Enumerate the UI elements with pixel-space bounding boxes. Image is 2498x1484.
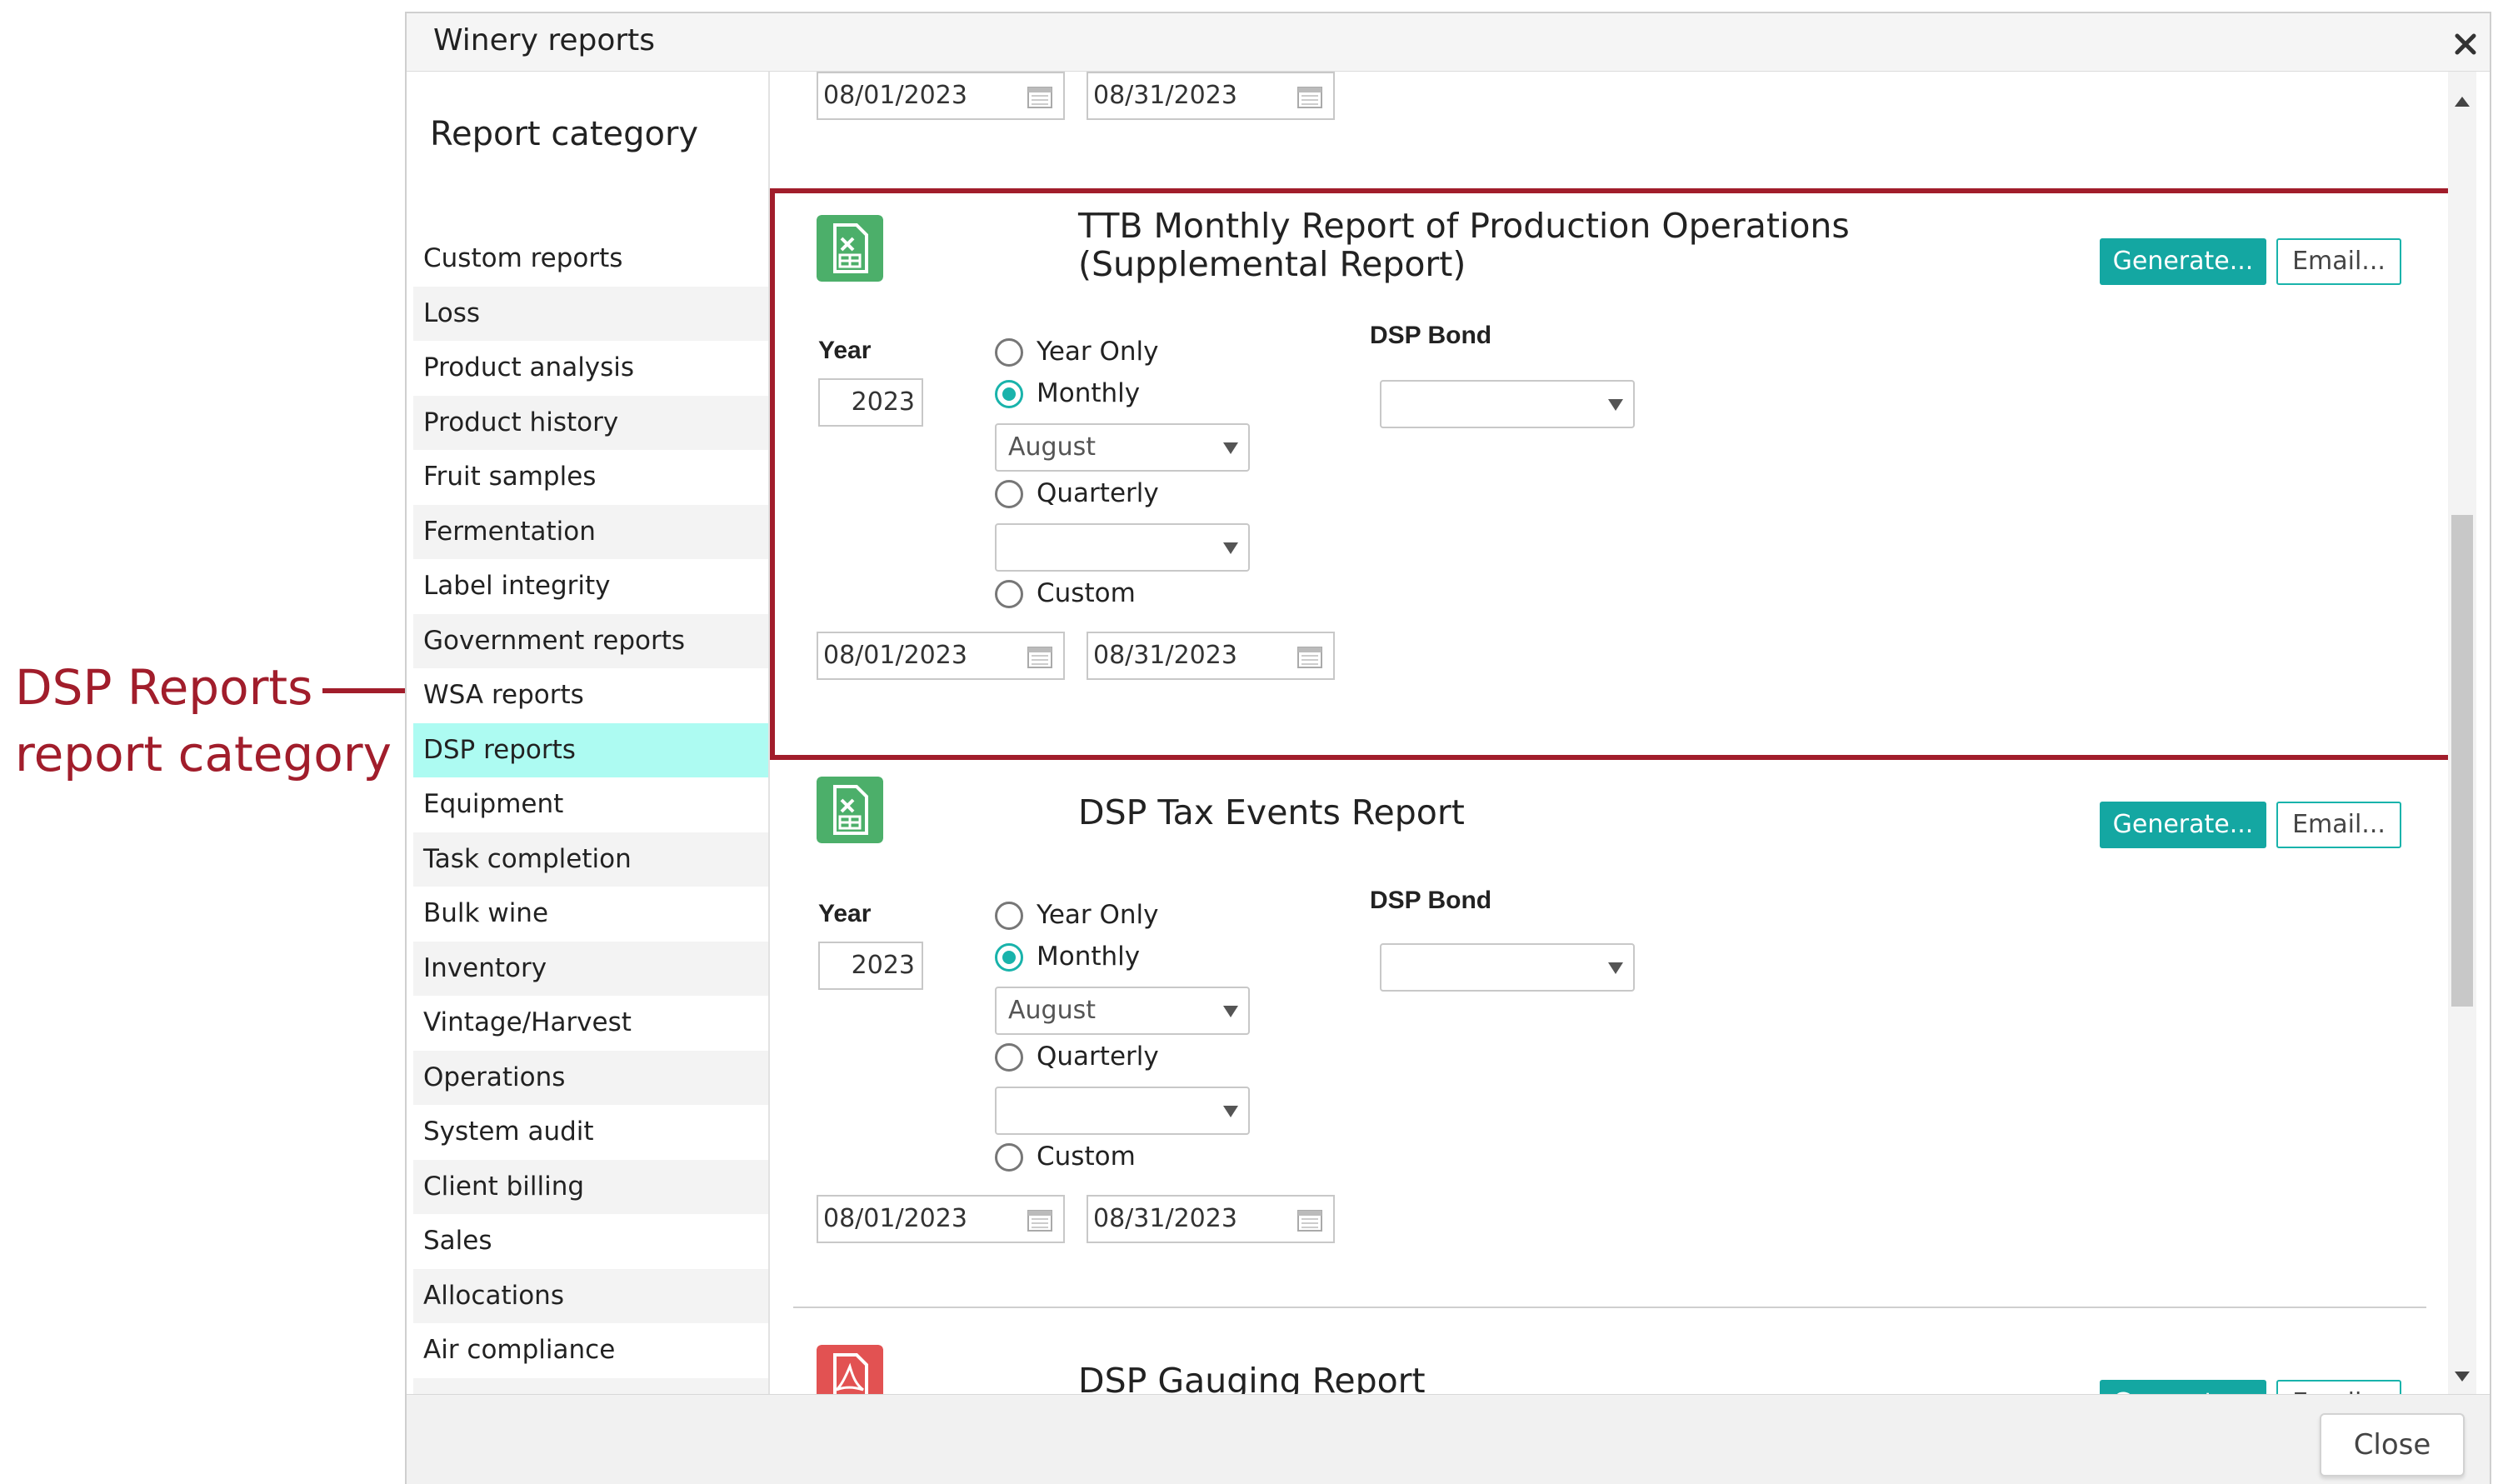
report-category-sidebar: Report category Custom reports Loss Produc… bbox=[407, 72, 768, 1432]
reports-content: 08/01/2023 08/31/2023 TTB Monthly Report… bbox=[770, 72, 2448, 1394]
sidebar-item-equipment[interactable]: Equipment bbox=[413, 777, 768, 832]
year-input[interactable]: 2023 bbox=[818, 942, 923, 990]
dialog-footer: Close bbox=[407, 1394, 2490, 1484]
sidebar-item-vintage-harvest[interactable]: Vintage/Harvest bbox=[413, 996, 768, 1051]
top-date-from-value: 08/01/2023 bbox=[823, 81, 967, 110]
sidebar-item-air-compliance[interactable]: Air compliance bbox=[413, 1323, 768, 1378]
dsp-bond-label: DSP Bond bbox=[1370, 887, 1492, 914]
date-from-field[interactable]: 08/01/2023 bbox=[817, 1195, 1065, 1243]
sidebar-item-wsa-reports[interactable]: WSA reports bbox=[413, 668, 768, 723]
sidebar-item-task-completion[interactable]: Task completion bbox=[413, 832, 768, 887]
sidebar-item-operations[interactable]: Operations bbox=[413, 1050, 768, 1105]
chevron-down-icon bbox=[1223, 1006, 1238, 1017]
dsp-tax-events-report-card: DSP Tax Events Report Generate... Email.… bbox=[770, 770, 2448, 1353]
sidebar-item-inventory[interactable]: Inventory bbox=[413, 941, 768, 996]
annotation-line-1: DSP Reports bbox=[15, 659, 313, 716]
quarter-select[interactable] bbox=[995, 1087, 1250, 1135]
category-list: Custom reports Loss Product analysis Produc… bbox=[413, 232, 768, 1432]
highlight-box bbox=[770, 188, 2448, 760]
email-button[interactable]: Email... bbox=[2276, 802, 2401, 848]
sidebar-item-fruit-samples[interactable]: Fruit samples bbox=[413, 450, 768, 505]
annotation-callout: DSP Reports report category bbox=[15, 654, 392, 787]
annotation-pointer-line bbox=[322, 688, 418, 693]
chevron-down-icon bbox=[1608, 962, 1623, 974]
month-select[interactable]: August bbox=[995, 987, 1250, 1035]
radio-button-selected[interactable] bbox=[995, 943, 1023, 972]
sidebar-item-fermentation[interactable]: Fermentation bbox=[413, 504, 768, 559]
scrollbar-thumb[interactable] bbox=[2451, 515, 2473, 1007]
calendar-icon[interactable] bbox=[1027, 84, 1053, 109]
dsp-gauging-report-card: DSP Gauging Report Generate... Email... bbox=[770, 1330, 2448, 1394]
month-select-value: August bbox=[1008, 996, 1096, 1025]
sidebar-item-client-billing[interactable]: Client billing bbox=[413, 1159, 768, 1214]
top-date-to[interactable]: 08/31/2023 bbox=[1087, 72, 1335, 120]
spreadsheet-file-icon bbox=[817, 777, 883, 843]
radio-button[interactable] bbox=[995, 902, 1023, 930]
sidebar-item-label-integrity[interactable]: Label integrity bbox=[413, 559, 768, 614]
sidebar-item-bulk-wine[interactable]: Bulk wine bbox=[413, 887, 768, 942]
annotation-line-2: report category bbox=[15, 726, 392, 782]
sidebar-item-allocations[interactable]: Allocations bbox=[413, 1268, 768, 1323]
calendar-icon[interactable] bbox=[1296, 1207, 1323, 1232]
sidebar-item-product-analysis[interactable]: Product analysis bbox=[413, 341, 768, 396]
dialog-title: Winery reports bbox=[433, 23, 656, 57]
sidebar-item-system-audit[interactable]: System audit bbox=[413, 1105, 768, 1160]
sidebar-heading: Report category bbox=[430, 115, 699, 153]
top-date-to-value: 08/31/2023 bbox=[1093, 81, 1237, 110]
year-label: Year bbox=[818, 900, 872, 927]
pdf-file-icon bbox=[817, 1345, 883, 1394]
content-scrollbar[interactable] bbox=[2448, 72, 2476, 1394]
sidebar-item-product-history[interactable]: Product history bbox=[413, 395, 768, 450]
radio-button[interactable] bbox=[995, 1043, 1023, 1072]
email-button[interactable]: Email... bbox=[2276, 1380, 2401, 1394]
radio-button[interactable] bbox=[995, 1143, 1023, 1172]
radio-label: Year Only bbox=[1037, 900, 1159, 930]
radio-label: Monthly bbox=[1037, 942, 1141, 972]
chevron-down-icon bbox=[1223, 1106, 1238, 1117]
sidebar-item-government-reports[interactable]: Government reports bbox=[413, 613, 768, 668]
radio-label: Custom bbox=[1037, 1142, 1136, 1172]
sidebar-item-loss[interactable]: Loss bbox=[413, 286, 768, 341]
report-title: DSP Tax Events Report bbox=[1078, 792, 1465, 832]
close-icon[interactable] bbox=[2450, 28, 2481, 60]
report-separator bbox=[793, 1307, 2426, 1308]
generate-button[interactable]: Generate... bbox=[2100, 802, 2266, 848]
radio-label: Quarterly bbox=[1037, 1042, 1159, 1072]
sidebar-item-sales[interactable]: Sales bbox=[413, 1214, 768, 1269]
dsp-bond-select[interactable] bbox=[1380, 943, 1635, 992]
sidebar-item-custom-reports[interactable]: Custom reports bbox=[413, 232, 768, 287]
date-to-field[interactable]: 08/31/2023 bbox=[1087, 1195, 1335, 1243]
winery-reports-dialog: Winery reports Report category Custom re… bbox=[405, 12, 2491, 1484]
scroll-down-icon[interactable] bbox=[2455, 1372, 2470, 1382]
close-button[interactable]: Close bbox=[2320, 1413, 2465, 1477]
calendar-icon[interactable] bbox=[1027, 1207, 1053, 1232]
date-from-value: 08/01/2023 bbox=[823, 1204, 967, 1233]
calendar-icon[interactable] bbox=[1296, 84, 1323, 109]
generate-button[interactable]: Generate... bbox=[2100, 1380, 2266, 1394]
scroll-up-icon[interactable] bbox=[2455, 97, 2470, 107]
sidebar-item-dsp-reports[interactable]: DSP reports bbox=[413, 722, 768, 777]
date-to-value: 08/31/2023 bbox=[1093, 1204, 1237, 1233]
report-title: DSP Gauging Report bbox=[1078, 1361, 1426, 1394]
top-date-from[interactable]: 08/01/2023 bbox=[817, 72, 1065, 120]
dialog-titlebar: Winery reports bbox=[407, 13, 2490, 72]
